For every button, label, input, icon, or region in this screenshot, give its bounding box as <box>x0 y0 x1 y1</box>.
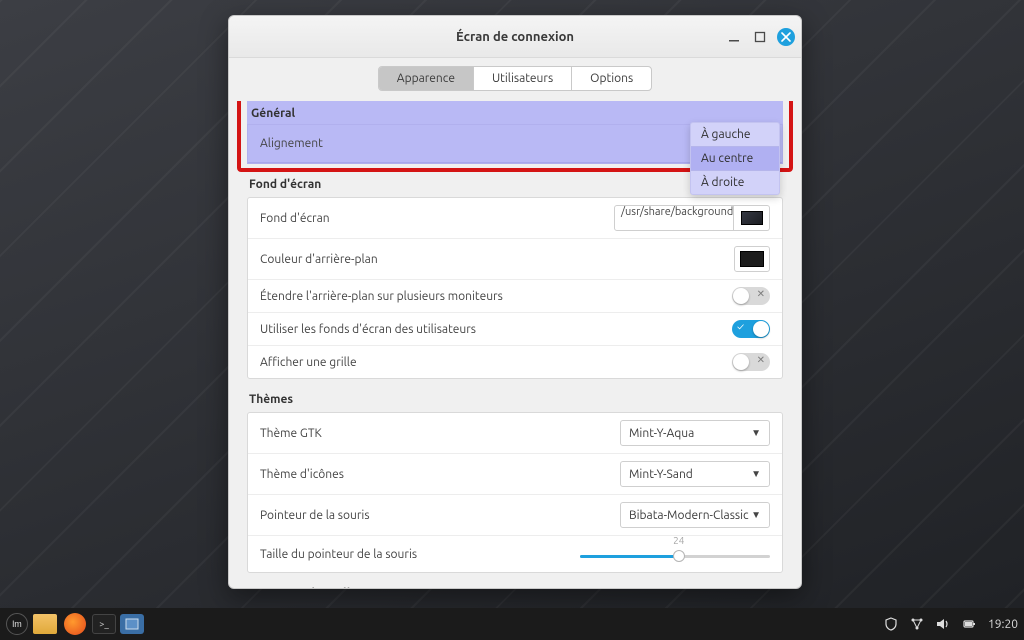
row-icon-theme: Thème d'icônes Mint-Y-Sand ▼ <box>248 454 782 495</box>
taskbar-firefox-icon[interactable] <box>62 611 88 637</box>
row-bgcolor: Couleur d'arrière-plan <box>248 239 782 280</box>
cursor-theme-label: Pointeur de la souris <box>260 509 370 522</box>
minimize-button[interactable] <box>725 28 743 46</box>
alignment-label: Alignement <box>260 137 323 150</box>
start-menu-button[interactable]: lm <box>6 613 28 635</box>
bgcolor-button[interactable] <box>734 246 770 272</box>
icon-theme-value: Mint-Y-Sand <box>629 468 693 481</box>
cursor-size-slider[interactable]: 24 <box>580 543 770 565</box>
row-wallpaper: Fond d'écran /usr/share/backgrounds/ <box>248 198 782 239</box>
tab-appearance[interactable]: Apparence <box>379 67 474 90</box>
general-section-highlight: Général Alignement À gauche Au centre À … <box>247 101 783 164</box>
wallpaper-panel: Fond d'écran /usr/share/backgrounds/ Cou… <box>247 197 783 379</box>
section-title-optional-images: Images optionnelles <box>249 587 783 588</box>
window-titlebar: Écran de connexion <box>229 16 801 58</box>
taskbar-active-window-icon[interactable] <box>120 614 144 634</box>
gtk-theme-label: Thème GTK <box>260 427 322 440</box>
cursor-theme-combo[interactable]: Bibata-Modern-Classic ▼ <box>620 502 770 528</box>
icon-theme-combo[interactable]: Mint-Y-Sand ▼ <box>620 461 770 487</box>
tab-options[interactable]: Options <box>572 67 651 90</box>
chevron-down-icon: ▼ <box>751 468 761 480</box>
themes-panel: Thème GTK Mint-Y-Aqua ▼ Thème d'icônes M… <box>247 412 783 573</box>
taskbar: lm >_ 19:20 <box>0 608 1024 640</box>
icon-theme-label: Thème d'icônes <box>260 468 344 481</box>
cursor-theme-value: Bibata-Modern-Classic <box>629 509 749 522</box>
bgcolor-label: Couleur d'arrière-plan <box>260 253 378 266</box>
close-button[interactable] <box>777 28 795 46</box>
tray-volume-icon[interactable] <box>936 617 950 631</box>
wallpaper-path-entry[interactable]: /usr/share/backgrounds/ <box>614 205 734 231</box>
taskbar-clock[interactable]: 19:20 <box>988 618 1018 631</box>
stretch-switch[interactable] <box>732 287 770 305</box>
chevron-down-icon: ▼ <box>751 509 761 521</box>
alignment-option-center[interactable]: Au centre <box>691 147 779 170</box>
taskbar-terminal-icon[interactable]: >_ <box>92 614 116 634</box>
tray-shield-icon[interactable] <box>884 617 898 631</box>
taskbar-files-icon[interactable] <box>32 611 58 637</box>
cursor-size-value: 24 <box>673 535 684 546</box>
tab-users[interactable]: Utilisateurs <box>474 67 572 90</box>
row-cursor-theme: Pointeur de la souris Bibata-Modern-Clas… <box>248 495 782 536</box>
grid-label: Afficher une grille <box>260 356 357 369</box>
cursor-size-label: Taille du pointeur de la souris <box>260 548 417 561</box>
wallpaper-preview-button[interactable] <box>734 205 770 231</box>
svg-text:lm: lm <box>12 619 22 629</box>
wallpaper-label: Fond d'écran <box>260 212 330 225</box>
section-title-general: Général <box>247 101 783 124</box>
row-stretch: Étendre l'arrière-plan sur plusieurs mon… <box>248 280 782 313</box>
tray-battery-icon[interactable] <box>962 617 976 631</box>
alignment-dropdown-popup: À gauche Au centre À droite <box>690 122 780 195</box>
gtk-theme-combo[interactable]: Mint-Y-Aqua ▼ <box>620 420 770 446</box>
row-grid: Afficher une grille <box>248 346 782 378</box>
user-bg-label: Utiliser les fonds d'écran des utilisate… <box>260 323 476 336</box>
alignment-option-left[interactable]: À gauche <box>691 123 779 146</box>
tab-row: Apparence Utilisateurs Options <box>229 58 801 101</box>
row-gtk-theme: Thème GTK Mint-Y-Aqua ▼ <box>248 413 782 454</box>
window-title: Écran de connexion <box>456 30 574 44</box>
tray-network-icon[interactable] <box>910 617 924 631</box>
stretch-label: Étendre l'arrière-plan sur plusieurs mon… <box>260 290 503 303</box>
alignment-option-right[interactable]: À droite <box>691 171 779 194</box>
settings-content: Général Alignement À gauche Au centre À … <box>229 101 801 588</box>
gtk-theme-value: Mint-Y-Aqua <box>629 427 694 440</box>
user-bg-switch[interactable] <box>732 320 770 338</box>
maximize-button[interactable] <box>751 28 769 46</box>
grid-switch[interactable] <box>732 353 770 371</box>
row-user-bg: Utiliser les fonds d'écran des utilisate… <box>248 313 782 346</box>
section-title-themes: Thèmes <box>249 393 783 406</box>
chevron-down-icon: ▼ <box>751 427 761 439</box>
row-cursor-size: Taille du pointeur de la souris 24 <box>248 536 782 572</box>
login-screen-settings-window: Écran de connexion Apparence Utilisateur… <box>228 15 802 589</box>
